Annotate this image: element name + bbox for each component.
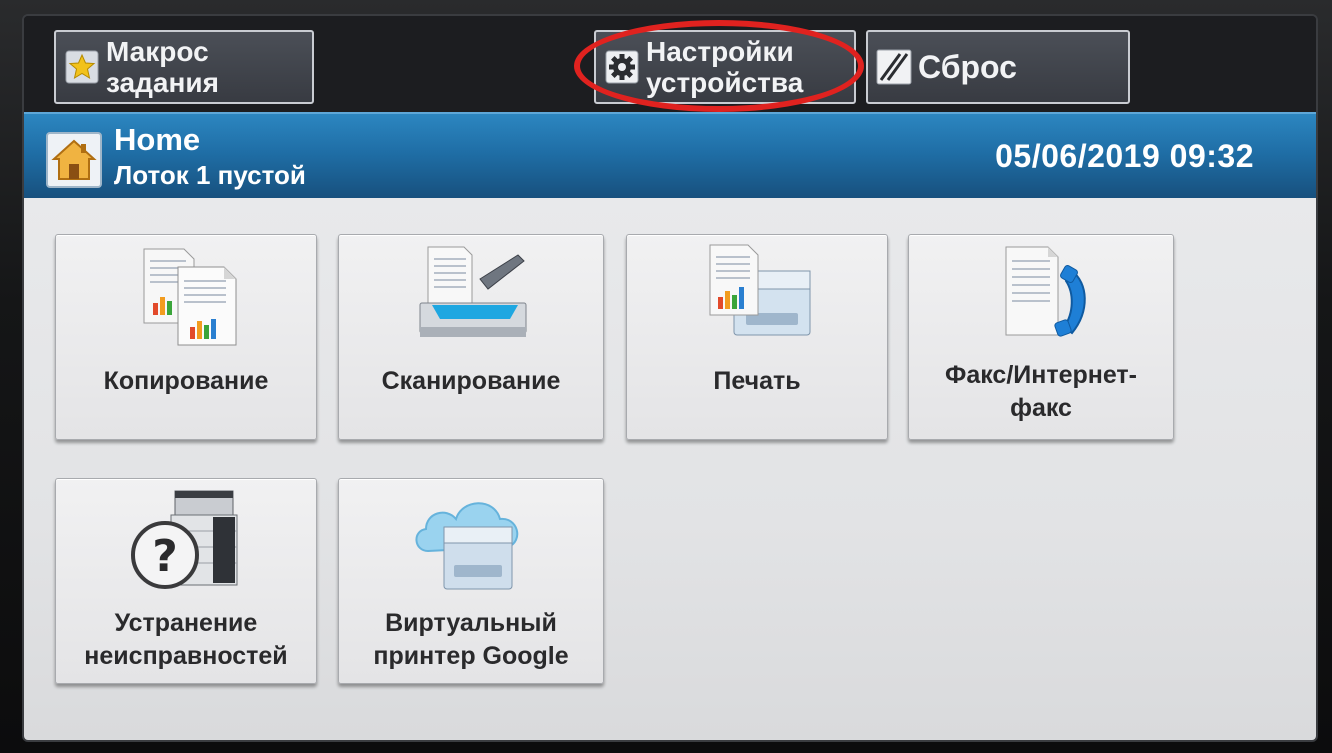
top-button-bar: Макрос задания Настройки устройства Сбро… bbox=[24, 16, 1316, 114]
troubleshoot-icon: ? bbox=[131, 490, 238, 589]
svg-text:?: ? bbox=[152, 531, 178, 582]
copy-icon bbox=[143, 248, 237, 346]
job-macro-label: Макрос задания bbox=[106, 36, 219, 98]
device-settings-label: Настройки устройства bbox=[646, 36, 804, 98]
print-tile[interactable]: Печать bbox=[626, 234, 888, 440]
copy-label: Копирование bbox=[103, 367, 269, 395]
gear-icon bbox=[604, 49, 640, 85]
google-cloud-print-label: Виртуальный принтер Google bbox=[373, 609, 569, 670]
reset-button[interactable]: Сброс bbox=[866, 30, 1130, 104]
star-icon bbox=[64, 49, 100, 85]
google-cloud-print-tile[interactable]: Виртуальный принтер Google bbox=[338, 478, 604, 684]
fax-label: Факс/Интернет- факс bbox=[944, 361, 1137, 422]
job-macro-button[interactable]: Макрос задания bbox=[54, 30, 314, 104]
home-header-bar: Home Лоток 1 пустой 05/06/2019 09:32 bbox=[24, 112, 1316, 200]
fax-tile[interactable]: Факс/Интернет- факс bbox=[908, 234, 1174, 440]
print-label: Печать bbox=[713, 367, 801, 395]
home-icon[interactable] bbox=[46, 132, 102, 188]
scan-label: Сканирование bbox=[381, 367, 561, 395]
scan-tile[interactable]: Сканирование bbox=[338, 234, 604, 440]
troubleshooting-label: Устранение неисправностей bbox=[84, 609, 288, 670]
date-time: 05/06/2019 09:32 bbox=[995, 138, 1254, 174]
device-settings-button[interactable]: Настройки устройства bbox=[594, 30, 856, 104]
fax-icon bbox=[1005, 246, 1086, 337]
cloud-printer-icon bbox=[415, 502, 519, 590]
reset-label: Сброс bbox=[918, 48, 1017, 85]
print-icon bbox=[709, 244, 811, 336]
touch-screen: Макрос задания Настройки устройства Сбро… bbox=[22, 14, 1318, 742]
scan-icon bbox=[419, 246, 527, 337]
troubleshooting-tile[interactable]: ? Устранение неисправностей bbox=[55, 478, 317, 684]
tray-status: Лоток 1 пустой bbox=[114, 160, 306, 190]
copy-tile[interactable]: Копирование bbox=[55, 234, 317, 440]
reset-slash-icon bbox=[876, 49, 912, 85]
page-title: Home bbox=[114, 122, 201, 157]
function-tile-grid: Копирование Сканирование Печать Факс/Инт… bbox=[24, 198, 1316, 740]
